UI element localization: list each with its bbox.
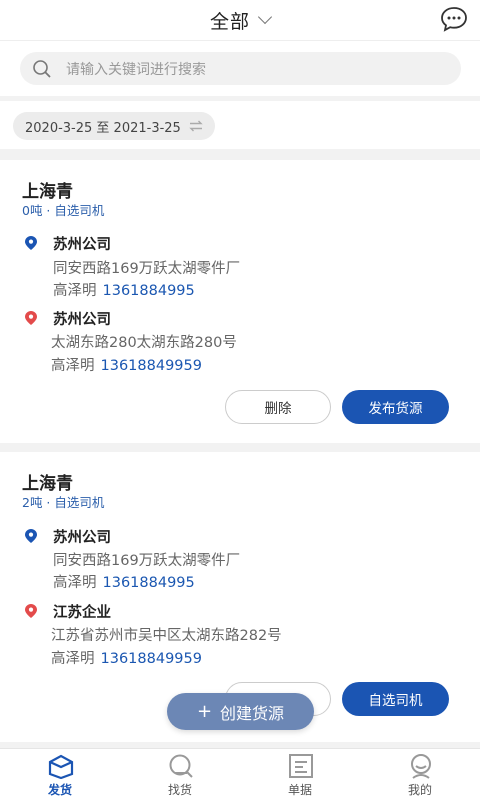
tab-ship[interactable]: 发货 xyxy=(0,749,120,800)
top-header: 全部 xyxy=(0,0,480,40)
swap-icon xyxy=(189,120,203,132)
bottom-tab-bar: 发货 找货 单据 我的 xyxy=(0,748,480,800)
destination-address: 江苏省苏州市吴中区太湖东路282号 xyxy=(51,628,282,644)
chevron-down-icon xyxy=(257,9,273,25)
category-dropdown[interactable]: 全部 xyxy=(209,7,273,34)
contact-name: 高泽明 xyxy=(51,358,95,374)
tab-profile[interactable]: 我的 xyxy=(360,749,480,800)
destination-pin-icon xyxy=(25,604,37,618)
contact-phone[interactable]: 13618849959 xyxy=(101,358,202,374)
create-cargo-button[interactable]: + 创建货源 xyxy=(167,693,314,730)
destination-pin-icon xyxy=(25,311,37,325)
origin-address: 同安西路169万跃太湖零件厂 xyxy=(53,261,241,277)
page-title: 全部 xyxy=(209,10,250,33)
publish-cargo-button[interactable]: 发布货源 xyxy=(342,390,449,424)
destination-name: 苏州公司 xyxy=(53,312,111,328)
tab-label: 发货 xyxy=(47,783,72,797)
destination-address: 太湖东路280太湖东路280号 xyxy=(51,335,237,351)
origin-address: 同安西路169万跃太湖零件厂 xyxy=(53,553,241,569)
date-range-label: 2020-3-25 至 2021-3-25 xyxy=(25,120,181,136)
destination-name: 江苏企业 xyxy=(53,605,111,621)
profile-icon xyxy=(411,754,431,779)
choose-driver-button[interactable]: 自选司机 xyxy=(342,682,449,716)
document-icon xyxy=(289,754,313,778)
origin-contact: 高泽明 1361884995 xyxy=(53,571,195,592)
tab-documents[interactable]: 单据 xyxy=(240,749,360,800)
cargo-meta: 0吨 · 自选司机 xyxy=(22,203,105,218)
contact-phone[interactable]: 1361884995 xyxy=(103,575,195,591)
origin-pin-icon xyxy=(25,236,37,250)
find-cargo-icon xyxy=(169,754,193,778)
origin-contact: 高泽明 1361884995 xyxy=(53,279,195,300)
contact-name: 高泽明 xyxy=(53,575,97,591)
destination-contact: 高泽明 13618849959 xyxy=(51,647,202,668)
contact-name: 高泽明 xyxy=(53,283,97,299)
date-range-chip[interactable]: 2020-3-25 至 2021-3-25 xyxy=(13,112,215,140)
contact-phone[interactable]: 1361884995 xyxy=(103,283,195,299)
contact-name: 高泽明 xyxy=(51,651,95,667)
cargo-owner: 上海青 xyxy=(22,474,73,494)
origin-pin-icon xyxy=(25,529,37,543)
create-cargo-label: 创建货源 xyxy=(220,703,285,723)
tab-label: 单据 xyxy=(287,783,312,797)
message-icon[interactable] xyxy=(440,6,468,32)
ship-box-icon xyxy=(48,754,74,779)
contact-phone[interactable]: 13618849959 xyxy=(101,651,202,667)
cargo-card[interactable]: 上海青 0吨 · 自选司机 苏州公司 同安西路169万跃太湖零件厂 高泽明 136… xyxy=(0,160,480,443)
cargo-owner: 上海青 xyxy=(22,182,73,202)
tab-label: 我的 xyxy=(407,783,432,797)
date-filter-bar: 2020-3-25 至 2021-3-25 xyxy=(0,101,480,149)
search-placeholder: 请输入关键词进行搜索 xyxy=(66,61,206,78)
origin-name: 苏州公司 xyxy=(53,237,111,253)
tab-label: 找货 xyxy=(167,783,192,797)
origin-name: 苏州公司 xyxy=(53,530,111,546)
cargo-meta: 2吨 · 自选司机 xyxy=(22,495,105,510)
destination-contact: 高泽明 13618849959 xyxy=(51,354,202,375)
plus-icon: + xyxy=(196,701,213,722)
delete-button[interactable]: 删除 xyxy=(225,390,331,424)
tab-find-cargo[interactable]: 找货 xyxy=(120,749,240,800)
search-input[interactable]: 请输入关键词进行搜索 xyxy=(20,52,461,85)
search-area: 请输入关键词进行搜索 xyxy=(0,40,480,96)
search-icon xyxy=(33,59,51,78)
